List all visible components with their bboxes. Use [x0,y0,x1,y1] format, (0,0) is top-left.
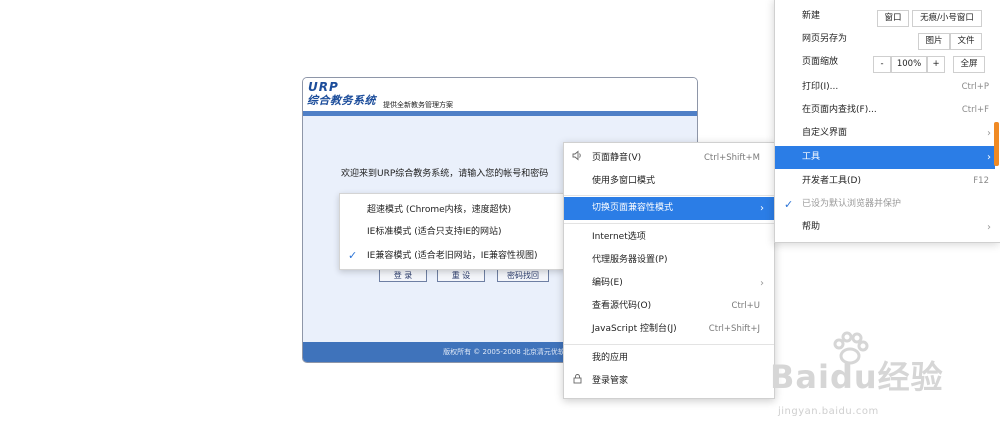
menu-label: 新建 [802,11,821,21]
scrollbar-thumb[interactable] [994,122,999,166]
menu-label: 代理服务器设置(P) [592,255,668,265]
chevron-right-icon: › [760,278,764,289]
tools-item-login-manager[interactable]: 登录管家 [564,370,774,393]
compat-item-label: IE兼容模式 (适合老旧网站，IE兼容性视图) [367,251,538,261]
compat-item-ie-standard[interactable]: IE标准模式 (适合只支持IE的网站) [340,221,564,243]
tools-item-my-apps[interactable]: 我的应用 [564,347,774,370]
menu-label: 使用多窗口模式 [592,176,656,186]
browser-main-menu: 新建 窗口 无痕/小号窗口 网页另存为 图片 文件 页面缩放 - 100% + … [774,0,1000,243]
menu-label: 查看源代码(O) [592,301,652,311]
main-item-new: 新建 窗口 无痕/小号窗口 [775,5,995,28]
main-item-help[interactable]: 帮助 › [775,216,995,239]
shortcut: Ctrl+U [731,301,760,311]
menu-label: 开发者工具(D) [802,176,861,186]
menu-label: 网页另存为 [802,34,848,44]
compat-mode-submenu: 超速模式 (Chrome内核，速度超快) IE标准模式 (适合只支持IE的网站)… [339,193,565,270]
menu-label: 帮助 [802,222,821,232]
zoom-in-button[interactable]: + [927,56,945,73]
main-item-tools[interactable]: 工具 › [775,146,995,169]
shortcut: Ctrl+Shift+J [708,324,760,334]
main-item-print[interactable]: 打印(I)... Ctrl+P [775,76,995,99]
chevron-right-icon: › [987,222,991,233]
lock-icon [572,370,583,393]
chevron-right-icon: › [760,203,764,214]
checkmark-icon: ✓ [348,249,358,262]
separator [564,223,774,224]
menu-label: 已设为默认浏览器并保护 [802,199,902,209]
tools-item-internet-options[interactable]: Internet选项 [564,226,774,249]
compat-item-ie-compat[interactable]: ✓ IE兼容模式 (适合老旧网站，IE兼容性视图) [340,245,564,267]
main-item-devtools[interactable]: 开发者工具(D) F12 [775,170,995,193]
new-window-button[interactable]: 窗口 [877,10,909,27]
menu-label: 在页面内查找(F)... [802,105,877,115]
header-stripe [303,111,697,116]
tools-item-mute[interactable]: 页面静音(V) Ctrl+Shift+M [564,147,774,170]
menu-label: 页面缩放 [802,57,839,67]
menu-label: 登录管家 [592,376,629,386]
login-header: URP 综合教务系统 提供全新教务管理方案 [303,78,697,111]
menu-label: 自定义界面 [802,128,848,138]
speaker-icon [572,147,583,170]
save-file-button[interactable]: 文件 [950,33,982,50]
chevron-right-icon: › [987,128,991,139]
tools-item-view-source[interactable]: 查看源代码(O) Ctrl+U [564,295,774,318]
watermark: Baidu经验 jingyan.baidu.com [770,330,1000,430]
reset-button[interactable]: 重 设 [437,269,485,282]
tagline: 提供全新教务管理方案 [383,101,453,109]
tools-item-proxy[interactable]: 代理服务器设置(P) [564,249,774,272]
zoom-out-button[interactable]: - [873,56,891,73]
tools-item-multi-window[interactable]: 使用多窗口模式 [564,170,774,193]
menu-label: Internet选项 [592,232,646,242]
main-item-zoom: 页面缩放 - 100% + 全屏 [775,51,995,74]
menu-label: 页面静音(V) [592,153,642,163]
watermark-url: jingyan.baidu.com [778,406,879,417]
main-item-save-as: 网页另存为 图片 文件 [775,28,995,51]
zoom-level: 100% [891,56,927,73]
main-item-default-browser: ✓ 已设为默认浏览器并保护 [775,193,995,216]
menu-label: JavaScript 控制台(J) [592,324,677,334]
chevron-right-icon: › [987,152,991,163]
tools-submenu: 页面静音(V) Ctrl+Shift+M 使用多窗口模式 切换页面兼容性模式 ›… [563,142,775,399]
password-recovery-button[interactable]: 密码找回 [497,269,549,282]
separator [564,195,774,196]
fullscreen-button[interactable]: 全屏 [953,56,985,73]
main-item-customize[interactable]: 自定义界面 › [775,122,995,145]
new-incognito-window-button[interactable]: 无痕/小号窗口 [912,10,982,27]
tools-item-encoding[interactable]: 编码(E) › [564,272,774,295]
tools-item-compat-mode[interactable]: 切换页面兼容性模式 › [564,197,774,220]
watermark-brand: Baidu经验 [770,358,944,396]
menu-label: 切换页面兼容性模式 [592,203,674,213]
login-button[interactable]: 登 录 [379,269,427,282]
menu-label: 打印(I)... [802,82,839,92]
shortcut: F12 [973,176,989,186]
main-item-find[interactable]: 在页面内查找(F)... Ctrl+F [775,99,995,122]
compat-item-speed[interactable]: 超速模式 (Chrome内核，速度超快) [340,199,564,221]
screen: URP 综合教务系统 提供全新教务管理方案 欢迎来到URP综合教务系统，请输入您… [0,0,1000,442]
shortcut: Ctrl+Shift+M [703,153,760,163]
menu-label: 编码(E) [592,278,623,288]
welcome-text: 欢迎来到URP综合教务系统，请输入您的帐号和密码 [341,169,549,179]
compat-item-label: IE标准模式 (适合只支持IE的网站) [367,227,502,237]
checkmark-icon: ✓ [784,198,794,211]
menu-label: 工具 [802,152,821,162]
shortcut: Ctrl+F [961,105,989,115]
system-name: 综合教务系统 [307,94,376,107]
separator [564,344,774,345]
tools-item-js-console[interactable]: JavaScript 控制台(J) Ctrl+Shift+J [564,318,774,341]
compat-item-label: 超速模式 (Chrome内核，速度超快) [367,205,512,215]
shortcut: Ctrl+P [961,82,989,92]
menu-label: 我的应用 [592,353,629,363]
save-image-button[interactable]: 图片 [918,33,950,50]
